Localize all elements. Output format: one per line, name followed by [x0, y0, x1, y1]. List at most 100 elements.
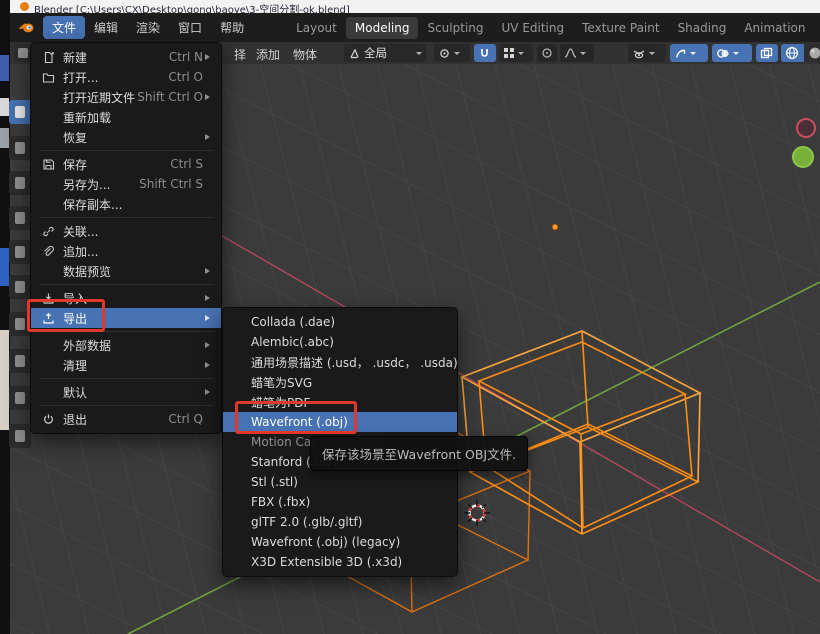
menu-item-open-recent[interactable]: 打开近期文件 Shift Ctrl O: [31, 87, 221, 107]
export-item-fbx[interactable]: FBX (.fbx): [223, 492, 457, 512]
chevron-down-icon: [690, 52, 696, 58]
tab-animation[interactable]: Animation: [735, 17, 814, 39]
chevron-down-icon: [580, 52, 586, 58]
menu-item-import[interactable]: 导入: [31, 288, 221, 308]
menu-item-append[interactable]: 追加...: [31, 241, 221, 261]
export-item-gltf[interactable]: glTF 2.0 (.glb/.gltf): [223, 512, 457, 532]
snap-grid-icon: [503, 47, 515, 59]
file-new-icon: [39, 51, 57, 64]
tab-layout[interactable]: Layout: [287, 17, 346, 39]
menu-item-link[interactable]: 关联...: [31, 221, 221, 241]
tab-uv-editing[interactable]: UV Editing: [493, 17, 574, 39]
menubar-window[interactable]: 窗口: [169, 16, 211, 39]
menu-item-recover[interactable]: 恢复: [31, 127, 221, 147]
chevron-down-icon: [518, 52, 524, 58]
snap-with-dropdown[interactable]: [499, 44, 533, 62]
menu-separator: [39, 284, 213, 285]
add-menu[interactable]: 添加: [256, 46, 280, 63]
tab-shading[interactable]: Shading: [669, 17, 736, 39]
tab-texture-paint[interactable]: Texture Paint: [573, 17, 668, 39]
menu-item-quit[interactable]: 退出 Ctrl Q: [31, 409, 221, 429]
tool-select-box-button[interactable]: [9, 100, 31, 124]
os-titlebar: Blender [C:\Users\CX\Desktop\gong\baoye\…: [10, 0, 820, 13]
folder-icon: [39, 71, 57, 84]
menu-item-save-as[interactable]: 另存为... Shift Ctrl S: [31, 174, 221, 194]
menu-item-save[interactable]: 保存 Ctrl S: [31, 154, 221, 174]
menu-item-export[interactable]: 导出: [31, 308, 221, 328]
topbar: 文件 编辑 渲染 窗口 帮助 Layout Modeling Sculpting…: [10, 13, 820, 42]
transform-orientation-dropdown[interactable]: 全局: [344, 44, 426, 62]
gizmo-arrow-icon: [674, 47, 687, 60]
tool-cursor-button[interactable]: [9, 136, 31, 160]
solid-sphere-icon: [808, 46, 820, 60]
submenu-arrow-icon: [203, 268, 213, 274]
proportional-editing-toggle[interactable]: [537, 44, 557, 62]
chevron-down-icon: [733, 52, 739, 58]
workspace-tabs: Layout Modeling Sculpting UV Editing Tex…: [287, 17, 820, 39]
export-item-wavefront-obj[interactable]: Wavefront (.obj): [223, 412, 457, 432]
menu-item-clean-up[interactable]: 清理: [31, 355, 221, 375]
submenu-arrow-icon: [203, 362, 213, 368]
overlays-toggle[interactable]: [712, 44, 752, 62]
visibility-dropdown[interactable]: [628, 44, 666, 62]
paperclip-icon: [39, 245, 57, 258]
toolshelf: [0, 64, 34, 634]
export-item-grease-pencil-pdf[interactable]: 蜡笔为PDF: [223, 392, 457, 412]
object-menu[interactable]: 物体: [293, 46, 317, 63]
xray-toggle[interactable]: [756, 44, 778, 62]
shading-solid-button[interactable]: [804, 44, 820, 62]
menubar-help[interactable]: 帮助: [211, 16, 253, 39]
submenu-arrow-icon: [203, 134, 213, 140]
menu-item-save-copy[interactable]: 保存副本...: [31, 194, 221, 214]
export-item-collada[interactable]: Collada (.dae): [223, 312, 457, 332]
tab-rendering-clipped[interactable]: Renderi: [815, 17, 820, 39]
menubar-edit[interactable]: 编辑: [85, 16, 127, 39]
menubar-render[interactable]: 渲染: [127, 16, 169, 39]
save-icon: [39, 158, 57, 171]
gizmo-x-axis-ball[interactable]: [796, 118, 816, 138]
submenu-arrow-icon: [203, 389, 213, 395]
select-menu-clipped[interactable]: 择: [234, 46, 246, 63]
export-item-grease-pencil-svg[interactable]: 蜡笔为SVG: [223, 372, 457, 392]
export-item-stl[interactable]: Stl (.stl): [223, 472, 457, 492]
submenu-arrow-icon: [203, 315, 213, 321]
export-icon: [39, 312, 57, 325]
tool-extra-button[interactable]: [9, 424, 31, 448]
power-icon: [39, 413, 57, 426]
tool-move-button[interactable]: [9, 171, 31, 195]
pivot-point-icon: [438, 47, 451, 60]
tab-modeling[interactable]: Modeling: [346, 17, 419, 39]
orientation-axes-icon: [348, 47, 361, 60]
falloff-dropdown[interactable]: [560, 44, 594, 62]
menu-item-data-preview[interactable]: 数据预览: [31, 261, 221, 281]
tool-rotate-button[interactable]: [9, 206, 31, 230]
menu-item-defaults[interactable]: 默认: [31, 382, 221, 402]
tool-transform-button[interactable]: [9, 275, 31, 299]
menu-separator: [39, 217, 213, 218]
submenu-arrow-icon: [203, 54, 213, 60]
snap-toggle-button[interactable]: [474, 44, 496, 62]
tool-scale-button[interactable]: [9, 240, 31, 264]
chevron-down-icon: [649, 52, 655, 58]
tool-annotate-button[interactable]: [9, 312, 31, 336]
export-item-alembic[interactable]: Alembic(.abc): [223, 332, 457, 352]
menu-item-new[interactable]: 新建 Ctrl N: [31, 47, 221, 67]
tool-measure-button[interactable]: [9, 349, 31, 373]
export-item-x3d[interactable]: X3D Extensible 3D (.x3d): [223, 552, 457, 572]
menu-item-revert[interactable]: 重新加载: [31, 107, 221, 127]
tab-sculpting[interactable]: Sculpting: [418, 17, 492, 39]
pivot-point-dropdown[interactable]: [434, 44, 470, 62]
tooltip: 保存该场景至Wavefront OBJ文件.: [310, 436, 528, 471]
shading-wireframe-button[interactable]: [781, 44, 804, 62]
export-item-usd[interactable]: 通用场景描述 (.usd， .usdc， .usda): [223, 352, 457, 372]
window-title: Blender [C:\Users\CX\Desktop\gong\baoye\…: [34, 1, 350, 13]
menu-item-external-data[interactable]: 外部数据: [31, 335, 221, 355]
export-item-wavefront-legacy[interactable]: Wavefront (.obj) (legacy): [223, 532, 457, 552]
tool-add-cube-button[interactable]: [9, 386, 31, 410]
gizmo-y-axis-ball[interactable]: [792, 146, 814, 168]
gizmos-toggle[interactable]: [670, 44, 708, 62]
menu-separator: [39, 331, 213, 332]
menu-item-open[interactable]: 打开... Ctrl O: [31, 67, 221, 87]
menubar-file[interactable]: 文件: [43, 16, 85, 39]
link-icon: [39, 225, 57, 238]
